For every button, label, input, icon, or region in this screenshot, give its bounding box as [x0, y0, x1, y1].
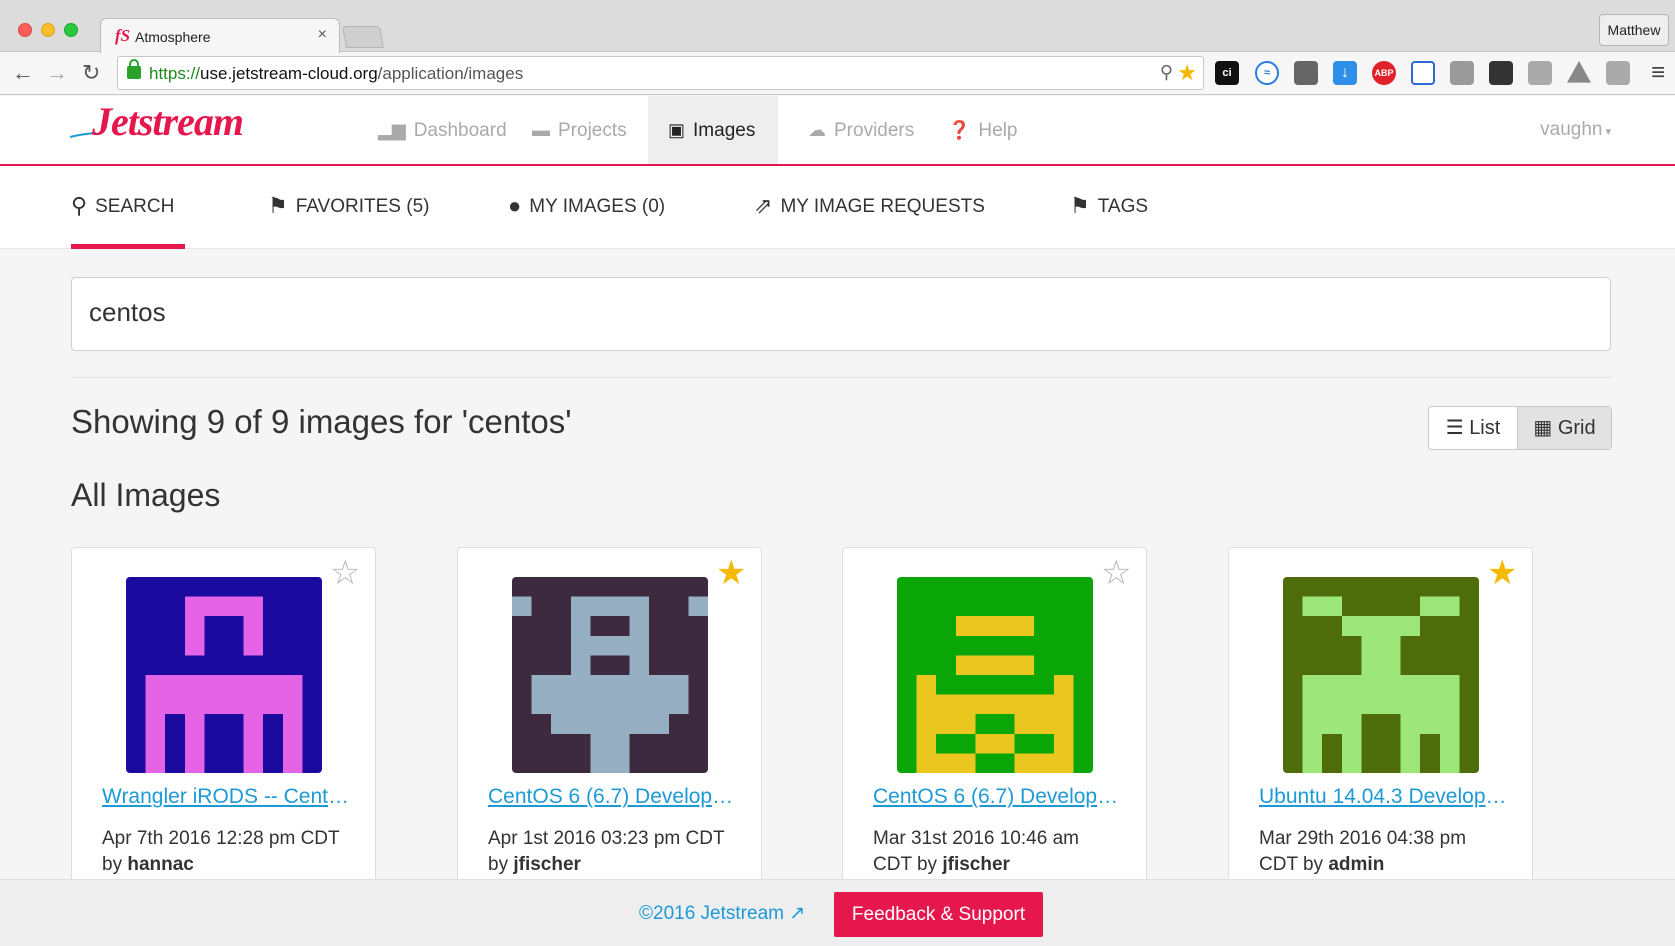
download-extension-icon[interactable]: ↓ — [1333, 61, 1357, 85]
rss-extension-icon[interactable] — [1606, 61, 1630, 85]
ci-extension-icon[interactable]: ci — [1215, 61, 1239, 85]
grid-view-button[interactable]: ▦ Grid — [1517, 407, 1611, 449]
profile-button[interactable]: Matthew — [1599, 14, 1669, 46]
drive-extension-icon[interactable] — [1567, 61, 1591, 83]
notes-extension-icon[interactable] — [1489, 61, 1513, 85]
tab-title: Atmosphere — [135, 29, 211, 45]
css-extension-icon[interactable] — [1528, 61, 1552, 85]
image-identicon — [126, 577, 322, 773]
card-meta: Apr 7th 2016 12:28 pm CDT by hannac — [102, 828, 340, 875]
new-tab-button[interactable] — [342, 26, 384, 48]
card-meta: Mar 31st 2016 10:46 am CDT by jfischer — [873, 828, 1079, 875]
favorite-star-icon[interactable]: ☆ — [330, 556, 360, 590]
browser-tab-strip: fS Atmosphere × Matthew — [0, 0, 1675, 53]
image-identicon — [1283, 577, 1479, 773]
cloud-icon: ☁ — [808, 120, 826, 140]
image-card[interactable]: ★ Ubuntu 14.04.3 Development Mar 29th 20… — [1228, 547, 1533, 887]
bar-chart-icon: ▂▆ — [378, 120, 406, 140]
screenshot-extension-icon[interactable] — [1411, 61, 1435, 85]
list-view-button[interactable]: ☰ List — [1429, 407, 1517, 449]
image-identicon — [897, 577, 1093, 773]
nav-projects[interactable]: ▬ Projects — [522, 96, 637, 164]
address-bar[interactable]: https://use.jetstream-cloud.org/applicat… — [117, 56, 1204, 90]
view-toggle: ☰ List ▦ Grid — [1428, 406, 1612, 450]
card-meta: Apr 1st 2016 03:23 pm CDT by jfischer — [488, 828, 725, 875]
window-close-button[interactable] — [18, 23, 32, 37]
card-author: hannac — [127, 854, 194, 875]
page-footer: ©2016 Jetstream ↗ Feedback & Support — [0, 879, 1675, 946]
nav-help[interactable]: ❓ Help — [938, 96, 1028, 164]
tab-my-image-requests[interactable]: ⇗ MY IMAGE REQUESTS — [754, 166, 985, 249]
nav-images[interactable]: ▣ Images — [648, 96, 778, 164]
grid-icon: ▦ — [1533, 417, 1553, 439]
user-icon: ● — [508, 193, 522, 218]
export-icon: ⇗ — [754, 193, 773, 218]
tab-tags[interactable]: ⚑ TAGS — [1070, 166, 1148, 249]
favorite-star-icon[interactable]: ★ — [1487, 556, 1517, 590]
feedback-support-button[interactable]: Feedback & Support — [834, 892, 1043, 937]
tab-favorites[interactable]: ⚑ FAVORITES (5) — [268, 166, 429, 249]
user-menu[interactable]: vaughn ▾ — [1540, 96, 1611, 166]
tab-my-images[interactable]: ● MY IMAGES (0) — [508, 166, 665, 249]
divider — [71, 377, 1611, 378]
copyright-link[interactable]: ©2016 Jetstream ↗ — [639, 902, 805, 925]
card-title-link[interactable]: CentOS 6 (6.7) Development — [873, 785, 1129, 809]
copy-extension-icon[interactable] — [1450, 61, 1474, 85]
search-input[interactable]: centos — [71, 277, 1611, 351]
caret-down-icon: ▾ — [1605, 126, 1611, 138]
reload-icon[interactable]: ↻ — [82, 61, 100, 85]
search-icon: ⚲ — [71, 193, 88, 218]
external-link-icon: ↗ — [789, 903, 806, 924]
tab-close-icon[interactable]: × — [318, 26, 327, 44]
ghost-extension-icon[interactable] — [1294, 61, 1318, 85]
bookmark-star-icon[interactable]: ★ — [1177, 60, 1197, 86]
url-text: https://use.jetstream-cloud.org/applicat… — [149, 64, 524, 83]
card-author: admin — [1328, 854, 1385, 875]
adblock-extension-icon[interactable]: ABP — [1372, 61, 1396, 85]
tab-search[interactable]: ⚲ SEARCH — [71, 166, 185, 249]
card-title-link[interactable]: Ubuntu 14.04.3 Development — [1259, 785, 1515, 809]
section-title: All Images — [71, 477, 221, 513]
image-card[interactable]: ☆ CentOS 6 (6.7) Development Mar 31st 20… — [842, 547, 1147, 887]
browser-tab[interactable]: fS Atmosphere × — [100, 18, 340, 53]
jetstream-logo[interactable]: Jetstream — [92, 98, 244, 145]
card-meta: Mar 29th 2016 04:38 pm CDT by admin — [1259, 828, 1467, 875]
tags-icon: ⚑ — [1070, 193, 1090, 218]
image-card[interactable]: ★ CentOS 6 (6.7) Development Apr 1st 201… — [457, 547, 762, 887]
browser-menu-icon[interactable]: ≡ — [1651, 59, 1665, 87]
image-card[interactable]: ☆ Wrangler iRODS -- CentOS Apr 7th 2016 … — [71, 547, 376, 887]
app-header: Jetstream ▂▆ Dashboard ▬ Projects ▣ Images … — [0, 96, 1675, 166]
favorite-star-icon[interactable]: ☆ — [1101, 556, 1131, 590]
zoom-icon[interactable]: ⚲ — [1160, 62, 1173, 83]
window-minimize-button[interactable] — [41, 23, 55, 37]
question-circle-icon: ❓ — [948, 120, 971, 140]
browser-toolbar: ← → ↻ https://use.jetstream-cloud.org/ap… — [0, 53, 1675, 95]
lock-icon — [127, 59, 141, 79]
list-icon: ☰ — [1445, 417, 1464, 439]
bookmark-icon: ⚑ — [268, 193, 288, 218]
card-title-link[interactable]: Wrangler iRODS -- CentOS — [102, 785, 358, 809]
window-zoom-button[interactable] — [64, 23, 78, 37]
folder-icon: ▬ — [532, 120, 550, 140]
card-author: jfischer — [942, 854, 1010, 875]
floppy-disk-icon: ▣ — [668, 120, 686, 140]
image-subnav: ⚲ SEARCH ⚑ FAVORITES (5) ● MY IMAGES (0) ⇗ M… — [0, 166, 1675, 249]
card-title-link[interactable]: CentOS 6 (6.7) Development — [488, 785, 744, 809]
nav-providers[interactable]: ☁ Providers — [798, 96, 924, 164]
results-summary: Showing 9 of 9 images for 'centos' — [71, 403, 572, 440]
back-arrow-icon[interactable]: ← — [12, 61, 34, 85]
card-author: jfischer — [513, 854, 581, 875]
sync-extension-icon[interactable]: ≈ — [1255, 61, 1279, 85]
image-identicon — [512, 577, 708, 773]
favorite-star-icon[interactable]: ★ — [716, 556, 746, 590]
nav-dashboard[interactable]: ▂▆ Dashboard — [368, 96, 517, 164]
jetstream-favicon-icon: fS — [115, 26, 131, 45]
forward-arrow-icon[interactable]: → — [46, 61, 68, 85]
